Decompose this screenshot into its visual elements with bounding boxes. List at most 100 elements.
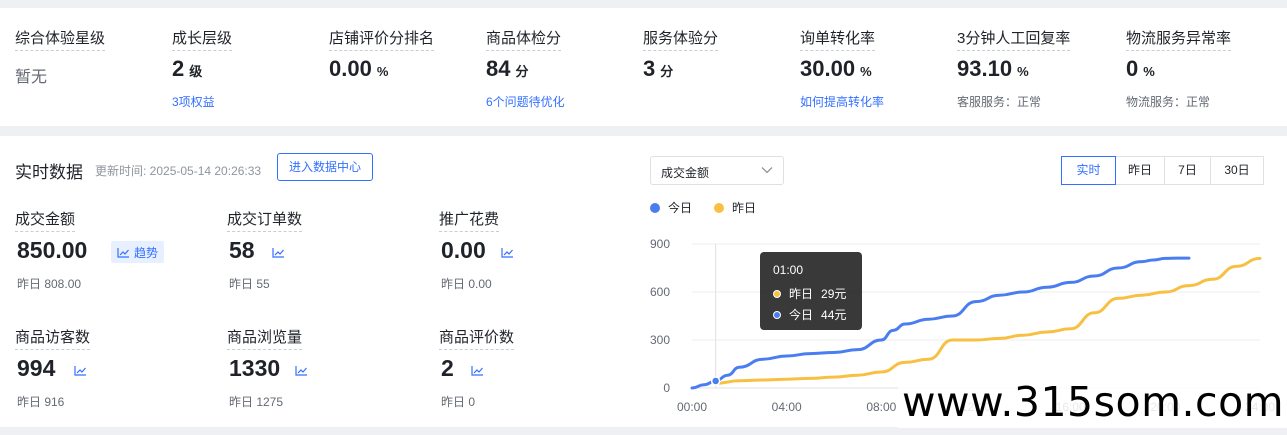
x-tick-label: 00:00 — [677, 400, 707, 414]
metric-label: 3分钟人工回复率 — [957, 27, 1071, 51]
tooltip-dot — [773, 310, 781, 319]
legend-item-yesterday[interactable]: 昨日 — [714, 199, 756, 216]
kpi-yesterday: 昨日 0 — [441, 395, 476, 409]
metric-unit: 分 — [660, 64, 674, 79]
tooltip-dot — [773, 289, 781, 298]
tooltip-row-yesterday: 昨日 29元 — [773, 285, 846, 302]
metric-number: 84 — [486, 56, 511, 81]
metric-number: 3 — [643, 56, 656, 81]
metric-label: 物流服务异常率 — [1126, 27, 1232, 51]
metric-unit: % — [376, 64, 389, 79]
tab-7days[interactable]: 7日 — [1164, 156, 1211, 185]
metric-value: 2级 — [172, 56, 202, 82]
trend-icon — [471, 365, 483, 376]
metric-label: 商品体检分 — [486, 27, 562, 51]
range-tabs: 实时 昨日 7日 30日 — [1061, 156, 1264, 185]
rights-link[interactable]: 3项权益 — [172, 93, 215, 110]
trend-label: 趋势 — [134, 245, 159, 260]
metric-value: 暂无 — [15, 69, 48, 86]
metric-value: 93.10% — [957, 56, 1029, 82]
metric-value: 0% — [1126, 56, 1155, 82]
legend-dot — [714, 202, 725, 213]
chart-tooltip: 01:00 昨日 29元 今日 44元 — [760, 252, 862, 330]
tab-30days[interactable]: 30日 — [1210, 156, 1264, 185]
trend-icon — [295, 365, 307, 376]
trend-icon — [501, 247, 513, 258]
service-status: 客服服务：正常 — [957, 95, 1042, 109]
kpi-label: 商品访客数 — [15, 326, 91, 350]
tooltip-series-name: 昨日 — [789, 287, 814, 301]
kpi-yesterday: 昨日 0.00 — [441, 277, 492, 291]
watermark: www.315som.com — [898, 376, 1287, 428]
data-center-button[interactable]: 进入数据中心 — [277, 153, 373, 181]
y-tick-label: 900 — [650, 237, 670, 251]
legend-item-today[interactable]: 今日 — [650, 199, 692, 216]
conversion-tips-link[interactable]: 如何提高转化率 — [800, 93, 884, 110]
kpi-gmv[interactable]: 成交金额 850.00 趋势 昨日 808.00 — [15, 208, 215, 318]
tab-yesterday[interactable]: 昨日 — [1115, 156, 1165, 185]
kpi-label: 商品浏览量 — [227, 326, 303, 350]
metric-number: 0.00 — [329, 56, 372, 81]
metric-label: 服务体验分 — [643, 27, 719, 51]
metric-label: 询单转化率 — [800, 27, 876, 51]
metric-label: 综合体验星级 — [15, 27, 106, 51]
tooltip-value: 29元 — [821, 287, 847, 301]
metric-select[interactable]: 成交金额 — [650, 156, 784, 185]
x-tick-label: 04:00 — [772, 400, 802, 414]
metric-unit: % — [860, 64, 872, 79]
kpi-value: 850.00 — [17, 237, 88, 263]
kpi-pageviews[interactable]: 商品浏览量 1330 昨日 1275 — [227, 326, 427, 435]
kpi-value: 1330 — [229, 355, 281, 381]
chevron-down-icon — [761, 167, 773, 174]
trend-icon — [74, 365, 86, 376]
y-tick-label: 300 — [650, 333, 670, 347]
metric-label: 店铺评价分排名 — [329, 27, 435, 51]
metric-label: 成长层级 — [172, 27, 233, 51]
section-title: 实时数据 — [15, 163, 83, 182]
metric-value: 30.00% — [800, 56, 872, 82]
metric-value: 3分 — [643, 56, 673, 82]
metric-unit: % — [1143, 64, 1155, 79]
kpi-value: 58 — [229, 237, 255, 263]
issues-link[interactable]: 6个问题待优化 — [486, 93, 565, 110]
metric-number: 0 — [1126, 56, 1139, 81]
update-time: 更新时间: 2025-05-14 20:26:33 — [95, 164, 262, 178]
kpi-ad-spend[interactable]: 推广花费 0.00 昨日 0.00 — [439, 208, 639, 318]
tooltip-value: 44元 — [821, 308, 847, 322]
trend-button[interactable] — [295, 359, 308, 381]
metric-unit: % — [1017, 64, 1029, 79]
kpi-label: 成交金额 — [15, 208, 76, 232]
trend-button[interactable] — [74, 359, 87, 381]
metric-unit: 级 — [189, 64, 203, 79]
metric-number: 93.10 — [957, 56, 1013, 81]
kpi-yesterday: 昨日 916 — [17, 395, 65, 409]
tooltip-time: 01:00 — [773, 263, 804, 277]
chart-legend: 今日 昨日 — [650, 199, 778, 216]
trend-button[interactable]: 趋势 — [111, 241, 165, 263]
trend-icon — [272, 247, 284, 258]
kpi-orders[interactable]: 成交订单数 58 昨日 55 — [227, 208, 427, 318]
logistics-status: 物流服务：正常 — [1126, 95, 1211, 109]
kpi-reviews[interactable]: 商品评价数 2 昨日 0 — [439, 326, 639, 435]
metric-unit: 分 — [515, 64, 529, 79]
tooltip-series-name: 今日 — [789, 308, 814, 322]
y-tick-label: 600 — [650, 285, 670, 299]
trend-button[interactable] — [501, 241, 514, 263]
tab-realtime[interactable]: 实时 — [1061, 156, 1116, 185]
kpi-label: 推广花费 — [439, 208, 500, 232]
trend-icon — [117, 247, 129, 258]
trend-button[interactable] — [272, 241, 285, 263]
kpi-visitors[interactable]: 商品访客数 994 昨日 916 — [15, 326, 215, 435]
y-tick-label: 0 — [663, 381, 670, 395]
kpi-yesterday: 昨日 808.00 — [17, 277, 82, 291]
hover-point — [710, 376, 721, 386]
metric-select-value: 成交金额 — [661, 166, 710, 180]
metric-number: 30.00 — [800, 56, 856, 81]
trend-button[interactable] — [471, 359, 484, 381]
kpi-value: 0.00 — [441, 237, 486, 263]
kpi-label: 商品评价数 — [439, 326, 515, 350]
kpi-value: 994 — [17, 355, 56, 381]
kpi-yesterday: 昨日 55 — [229, 277, 270, 291]
legend-label: 昨日 — [732, 201, 757, 215]
metric-value: 84 分 — [486, 56, 529, 82]
